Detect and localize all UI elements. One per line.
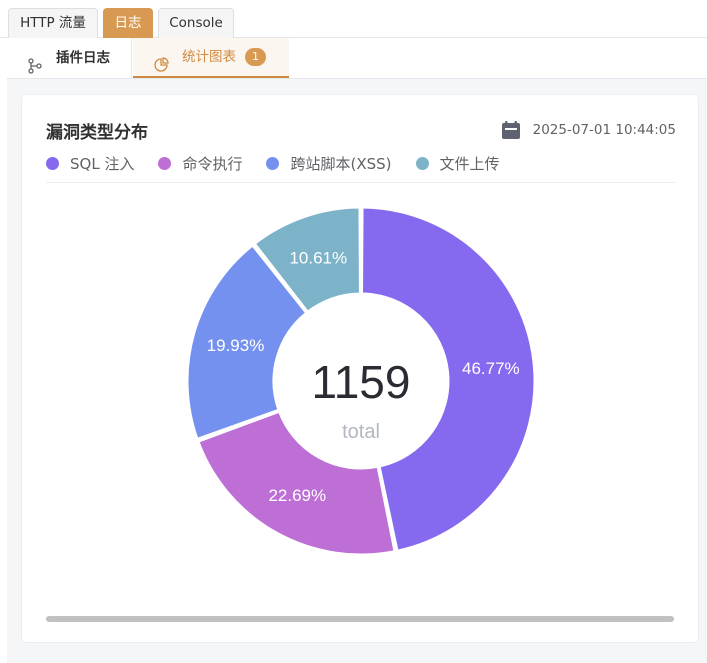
tab-console[interactable]: Console: [158, 8, 234, 38]
legend-item-sql[interactable]: SQL 注入: [46, 153, 134, 174]
legend-label: 命令执行: [182, 155, 243, 173]
legend-item-command[interactable]: 命令执行: [158, 153, 242, 174]
tab-statistics-chart[interactable]: 统计图表 1: [133, 38, 289, 78]
calendar-icon: [501, 120, 521, 140]
donut-chart: 46.77% 22.69% 19.93% 10.61% 1159 total: [185, 205, 537, 557]
legend-dot: [158, 157, 172, 170]
slice-value-label: 19.93%: [207, 336, 265, 355]
center-total-label: total: [342, 421, 380, 443]
pie-chart-icon: [153, 49, 169, 72]
legend-label: SQL 注入: [70, 155, 135, 173]
legend-dot: [266, 157, 280, 170]
card-timestamp: 2025-07-01 10:44:05: [501, 120, 676, 140]
slice-value-label: 22.69%: [268, 486, 326, 505]
legend-label: 跨站脚本(XSS): [290, 155, 392, 173]
chart-card: 漏洞类型分布 2025-07-01 10:44:05 SQL 注入 命令执行 跨…: [21, 94, 699, 643]
count-badge: 1: [245, 48, 266, 66]
chart-legend: SQL 注入 命令执行 跨站脚本(XSS) 文件上传: [46, 153, 524, 174]
center-total-value: 1159: [312, 356, 411, 408]
slice-value-label: 10.61%: [289, 249, 347, 268]
legend-item-xss[interactable]: 跨站脚本(XSS): [266, 153, 392, 174]
legend-item-upload[interactable]: 文件上传: [415, 153, 500, 174]
tab-plugin-logs-label: 插件日志: [56, 50, 110, 66]
tab-plugin-logs[interactable]: 插件日志: [7, 38, 132, 78]
legend-label: 文件上传: [439, 155, 500, 173]
main-tab-bar: HTTP 流量 日志 Console: [0, 0, 707, 38]
card-title: 漏洞类型分布: [46, 123, 148, 143]
horizontal-scrollbar[interactable]: [46, 616, 674, 622]
timestamp-text: 2025-07-01 10:44:05: [532, 122, 676, 138]
slice-value-label: 46.77%: [462, 359, 520, 378]
tab-logs[interactable]: 日志: [103, 8, 153, 38]
legend-dot: [415, 157, 429, 170]
legend-dot: [46, 157, 59, 170]
tab-http-traffic[interactable]: HTTP 流量: [8, 8, 98, 38]
sub-tab-bar: 插件日志 统计图表 1: [7, 38, 707, 79]
tab-statistics-chart-label: 统计图表: [182, 49, 236, 65]
git-branch-icon: [27, 50, 43, 74]
